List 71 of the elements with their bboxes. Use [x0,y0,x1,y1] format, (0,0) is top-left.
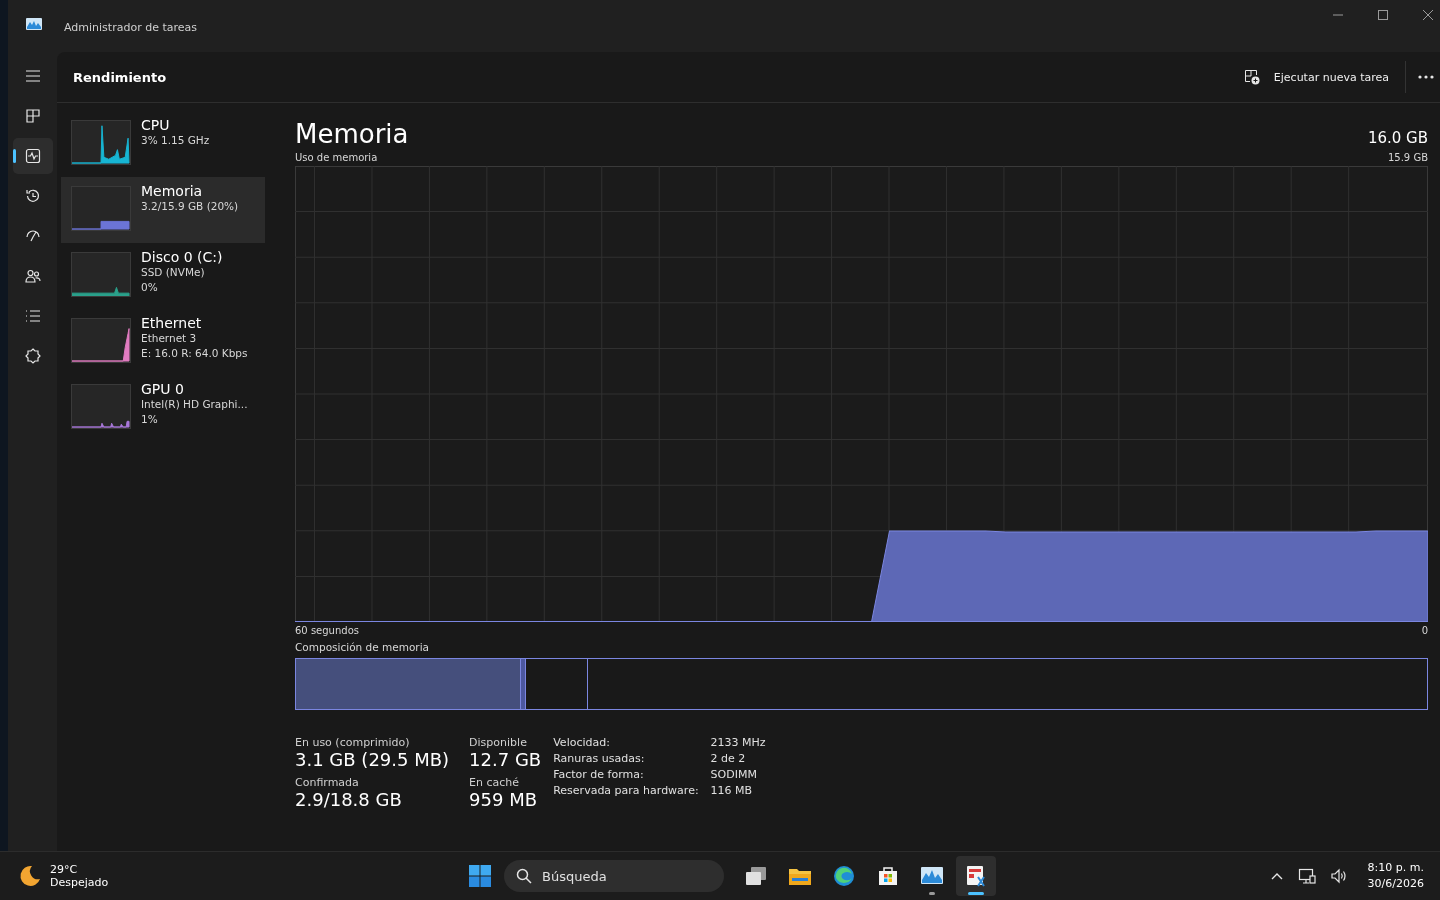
graph-max-label: 15.9 GB [1387,152,1428,163]
network-icon[interactable] [1297,867,1316,885]
menu-icon [23,67,42,85]
clock-time[interactable]: 8:10 p. m. [1367,860,1424,876]
history-icon [23,187,42,205]
property-value: SODIMM [710,768,758,781]
stat-value: 12.7 GB [469,749,542,770]
resource-detail: 1% [141,412,159,427]
stat-value: 2.9/18.8 GB [295,789,403,810]
property-label: Velocidad: [553,736,611,749]
stat-label: En caché [469,776,521,789]
resource-name: Disco 0 (C:) [141,249,223,265]
search-icon [516,868,532,884]
browser-icon [832,864,856,888]
list-icon [23,307,42,325]
graph-label: Uso de memoria [295,152,378,163]
users-icon [23,267,42,285]
stat-value: 3.1 GB (29.5 MB) [295,749,450,770]
property-value: 2 de 2 [710,752,747,765]
resource-item[interactable]: CPU 3% 1.15 GHz [61,111,265,177]
resource-name: Memoria [141,183,204,199]
more-options-icon[interactable] [1418,75,1434,79]
resource-detail: SSD (NVMe) [141,265,206,280]
pulse-icon [23,147,42,165]
nav-button[interactable] [12,138,53,174]
property-label: Factor de forma: [553,768,645,781]
stat-value: 959 MB [469,789,539,810]
resource-detail: 3.2/15.9 GB (20%) [141,199,239,214]
resource-detail: Ethernet 3 [141,331,198,346]
stat-label: Confirmada [295,776,360,789]
resource-item[interactable]: Ethernet Ethernet 3 E: 16.0 R: 64.0 Kbps [61,309,265,375]
time-end-label: 0 [1421,625,1428,636]
resource-name: CPU [141,117,171,133]
moon-icon[interactable] [18,864,42,888]
property-value: 116 MB [710,784,754,797]
resource-name: GPU 0 [141,381,185,397]
resource-item[interactable]: Memoria 3.2/15.9 GB (20%) [61,177,265,243]
close-icon[interactable] [1422,9,1434,21]
resource-detail: 3% 1.15 GHz [141,133,210,148]
temperature: 29°C [50,863,79,876]
maximize-icon[interactable] [1377,9,1389,21]
page-title: Rendimiento [73,69,167,85]
window-title: Administrador de tareas [64,20,197,34]
resource-detail: 0% [141,280,159,295]
resource-item[interactable]: Disco 0 (C:) SSD (NVMe) 0% [61,243,265,309]
windows-logo-icon[interactable] [468,864,492,888]
store-bag-icon [876,864,900,888]
resource-title: Memoria [295,119,409,149]
taskbar-button[interactable] [956,856,996,896]
resource-item[interactable]: GPU 0 Intel(R) HD Graphi... 1% [61,375,265,441]
resource-name: Ethernet [141,315,203,331]
capacity-value: 16.0 GB [1367,129,1428,149]
new-task-icon [1243,69,1260,85]
property-label: Reservada para hardware: [553,784,699,797]
task-manager-icon [964,864,988,888]
resource-detail: E: 16.0 R: 64.0 Kbps [141,346,248,361]
stat-label: En uso (comprimido) [295,736,411,749]
speaker-icon[interactable] [1329,867,1348,885]
composition-label: Composición de memoria [295,641,431,653]
resource-detail: Intel(R) HD Graphi... [141,397,248,412]
grid-icon [23,107,42,125]
property-label: Ranuras usadas: [553,752,646,765]
time-span-label: 60 segundos [295,625,359,636]
weather-condition: Despejado [50,876,109,889]
property-value: 2133 MHz [710,736,766,749]
clock-date[interactable]: 30/6/2026 [1367,876,1424,892]
run-new-task-button[interactable]: Ejecutar nueva tarea [1237,63,1395,91]
search-field[interactable]: Búsqueda [504,860,724,892]
stat-label: Disponible [469,736,528,749]
app-icon [26,17,42,30]
task-view-icon [744,864,768,888]
